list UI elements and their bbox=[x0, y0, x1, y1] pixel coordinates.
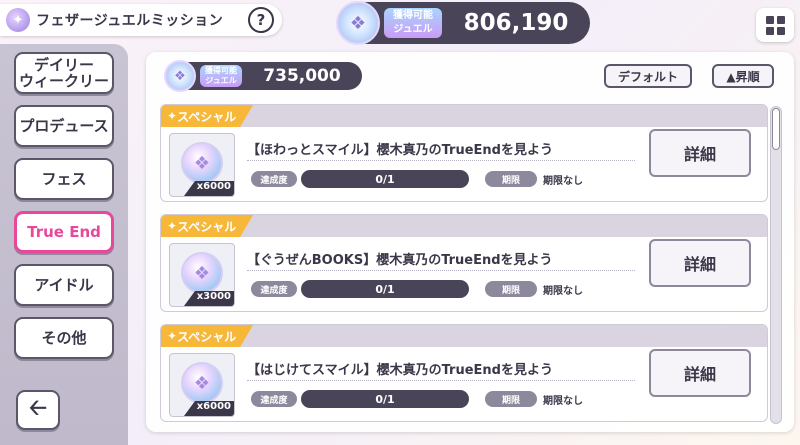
category-jewel-label: 獲得可能 ジュエル bbox=[200, 65, 242, 87]
deadline-label: 期限 bbox=[485, 391, 537, 407]
grid-menu-icon-cell bbox=[765, 26, 774, 35]
back-button[interactable]: 🡠 bbox=[16, 390, 60, 430]
feather-jewel-icon: ❖ bbox=[181, 252, 223, 294]
mission-title: 【はじけてスマイル】櫻木真乃のTrueEndを見よう bbox=[247, 355, 635, 381]
reward-item: ❖ x6000 bbox=[169, 353, 235, 417]
feather-jewel-icon: ❖ bbox=[181, 142, 223, 184]
progress-label: 達成度 bbox=[251, 171, 297, 187]
sidebar-item-daily-weekly[interactable]: デイリー ウィークリー bbox=[14, 52, 114, 94]
obtainable-jewel-label: 獲得可能 ジュエル bbox=[384, 8, 442, 38]
mission-header bbox=[161, 105, 767, 127]
detail-button[interactable]: 詳細 bbox=[649, 349, 751, 397]
help-button[interactable]: ? bbox=[248, 7, 274, 33]
detail-button[interactable]: 詳細 bbox=[649, 239, 751, 287]
sparkle-icon: ✦ bbox=[167, 219, 178, 233]
obtainable-jewel-display: ❖ 獲得可能 ジュエル 806,190 bbox=[336, 1, 590, 45]
reward-count: x6000 bbox=[184, 401, 234, 416]
progress-text: 0/1 bbox=[375, 392, 395, 406]
mission-item: ✦ スペシャル ❖ x6000 【ほわっとスマイル】櫻木真乃のTrueEndを見… bbox=[160, 104, 768, 202]
progress-bar: 0/1 bbox=[301, 170, 469, 188]
sidebar-item-idol[interactable]: アイドル bbox=[14, 264, 114, 306]
feather-jewel-icon: ✦ bbox=[6, 8, 30, 32]
progress-bar: 0/1 bbox=[301, 390, 469, 408]
special-tag-label: スペシャル bbox=[177, 219, 237, 234]
reward-item: ❖ x3000 bbox=[169, 243, 235, 307]
title-bar: ✦ フェザージュエルミッション ? bbox=[0, 4, 282, 36]
mission-header bbox=[161, 215, 767, 237]
sidebar-item-fes[interactable]: フェス bbox=[14, 158, 114, 200]
feather-jewel-icon: ❖ bbox=[181, 362, 223, 404]
special-tag-label: スペシャル bbox=[177, 329, 237, 344]
category-jewel-display: ❖ 獲得可能 ジュエル 735,000 bbox=[164, 60, 362, 92]
grid-menu-button[interactable] bbox=[756, 8, 794, 42]
arrow-left-icon: 🡠 bbox=[29, 396, 47, 421]
special-tag: ✦ スペシャル bbox=[161, 325, 253, 347]
ascending-sort-button[interactable]: ▲昇順 bbox=[712, 64, 774, 88]
reward-count: x6000 bbox=[184, 181, 234, 196]
progress-text: 0/1 bbox=[375, 282, 395, 296]
obtainable-jewel-value: 806,190 bbox=[463, 10, 569, 36]
mission-header bbox=[161, 325, 767, 347]
scrollbar-thumb[interactable] bbox=[772, 108, 780, 150]
progress-label: 達成度 bbox=[251, 281, 297, 297]
grid-menu-icon-cell bbox=[776, 15, 785, 24]
mission-item: ✦ スペシャル ❖ x3000 【ぐうぜんBOOKS】櫻木真乃のTrueEndを… bbox=[160, 214, 768, 312]
sparkle-icon: ✦ bbox=[167, 109, 178, 123]
jewel-icon: ❖ bbox=[164, 60, 196, 92]
category-sidebar: デイリー ウィークリー プロデュース フェス True End アイドル その他 bbox=[0, 44, 128, 445]
special-tag: ✦ スペシャル bbox=[161, 215, 253, 237]
mission-list: ✦ スペシャル ❖ x6000 【ほわっとスマイル】櫻木真乃のTrueEndを見… bbox=[160, 104, 768, 426]
mission-list-scrollbar[interactable] bbox=[770, 106, 782, 424]
special-tag: ✦ スペシャル bbox=[161, 105, 253, 127]
mission-title: 【ほわっとスマイル】櫻木真乃のTrueEndを見よう bbox=[247, 135, 635, 161]
sparkle-icon: ✦ bbox=[167, 329, 178, 343]
reward-count: x3000 bbox=[184, 291, 234, 306]
mission-panel: ❖ 獲得可能 ジュエル 735,000 デフォルト ▲昇順 ✦ スペシャル ❖ … bbox=[146, 52, 794, 432]
sidebar-item-true-end[interactable]: True End bbox=[14, 211, 114, 253]
deadline-label: 期限 bbox=[485, 171, 537, 187]
deadline-value: 期限なし bbox=[543, 176, 583, 187]
mission-item: ✦ スペシャル ❖ x6000 【はじけてスマイル】櫻木真乃のTrueEndを見… bbox=[160, 324, 768, 422]
page-title: フェザージュエルミッション bbox=[36, 13, 224, 29]
special-tag-label: スペシャル bbox=[177, 109, 237, 124]
deadline-label: 期限 bbox=[485, 281, 537, 297]
progress-bar: 0/1 bbox=[301, 280, 469, 298]
sidebar-item-produce[interactable]: プロデュース bbox=[14, 105, 114, 147]
progress-text: 0/1 bbox=[375, 172, 395, 186]
deadline-value: 期限なし bbox=[543, 396, 583, 407]
category-jewel-value: 735,000 bbox=[263, 66, 341, 86]
default-sort-button[interactable]: デフォルト bbox=[604, 64, 692, 88]
grid-menu-icon-cell bbox=[776, 26, 785, 35]
sidebar-item-other[interactable]: その他 bbox=[14, 317, 114, 359]
reward-item: ❖ x6000 bbox=[169, 133, 235, 197]
mission-title: 【ぐうぜんBOOKS】櫻木真乃のTrueEndを見よう bbox=[247, 245, 635, 271]
jewel-icon: ❖ bbox=[336, 1, 380, 45]
grid-menu-icon bbox=[765, 15, 774, 24]
progress-label: 達成度 bbox=[251, 391, 297, 407]
detail-button[interactable]: 詳細 bbox=[649, 129, 751, 177]
deadline-value: 期限なし bbox=[543, 286, 583, 297]
